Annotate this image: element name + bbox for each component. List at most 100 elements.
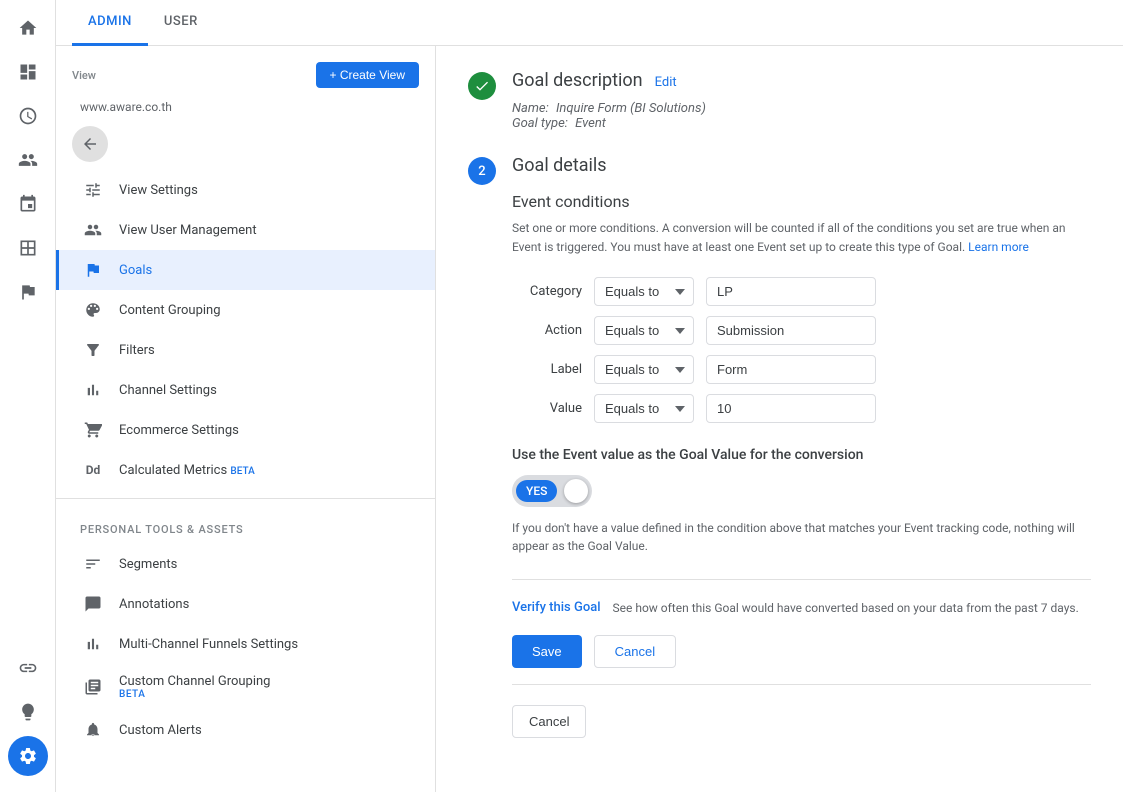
- flag-icon[interactable]: [8, 272, 48, 312]
- tab-user[interactable]: USER: [148, 0, 214, 46]
- action-value[interactable]: [706, 316, 876, 345]
- nav-channel-settings[interactable]: Channel Settings: [56, 370, 435, 410]
- nav-calculated-metrics[interactable]: Dd Calculated Metrics BETA: [56, 450, 435, 490]
- beta-badge-1: BETA: [230, 466, 254, 477]
- nav-custom-channel-label: Custom Channel Grouping BETA: [119, 674, 271, 700]
- value-operator[interactable]: Equals to: [594, 394, 694, 423]
- content-split: View + Create View www.aware.co.th View …: [56, 46, 1123, 792]
- top-tabs: ADMIN USER: [56, 0, 1123, 46]
- integration-icon[interactable]: [8, 184, 48, 224]
- edit-link[interactable]: Edit: [655, 75, 677, 90]
- nav-ecommerce[interactable]: Ecommerce Settings: [56, 410, 435, 450]
- icon-sidebar: [0, 0, 56, 792]
- category-operator[interactable]: Equals to: [594, 277, 694, 306]
- toggle-yes-label: YES: [516, 480, 557, 502]
- goal-value-toggle[interactable]: YES: [512, 475, 592, 507]
- custom-channel-icon: [83, 677, 103, 697]
- toggle-description: If you don't have a value defined in the…: [512, 519, 1091, 555]
- nav-multi-channel[interactable]: Multi-Channel Funnels Settings: [56, 624, 435, 664]
- goal-details-section: 2 Goal details Event conditions Set one …: [468, 155, 1091, 738]
- ecommerce-icon: [83, 420, 103, 440]
- nav-annotations-label: Annotations: [119, 597, 189, 612]
- gear-settings-icon[interactable]: [8, 736, 48, 776]
- verify-goal-link[interactable]: Verify this Goal: [512, 600, 601, 615]
- nav-goals[interactable]: Goals: [56, 250, 435, 290]
- condition-row-label: Label Equals to: [512, 355, 1091, 384]
- multi-channel-icon: [83, 634, 103, 654]
- action-operator[interactable]: Equals to: [594, 316, 694, 345]
- channel-settings-icon: [83, 380, 103, 400]
- action-label: Action: [512, 323, 582, 338]
- nav-view-settings[interactable]: View Settings: [56, 170, 435, 210]
- event-conditions-title: Event conditions: [512, 192, 1091, 211]
- nav-ecommerce-label: Ecommerce Settings: [119, 423, 239, 438]
- goal-type: Goal type: Event: [512, 116, 706, 131]
- category-value[interactable]: [706, 277, 876, 306]
- event-conditions-desc: Set one or more conditions. A conversion…: [512, 219, 1091, 257]
- segments-icon: [83, 554, 103, 574]
- value-label: Value: [512, 401, 582, 416]
- toggle-no-circle: [564, 479, 588, 503]
- nav-annotations[interactable]: Annotations: [56, 584, 435, 624]
- nav-view-settings-label: View Settings: [119, 183, 198, 198]
- annotations-icon: [83, 594, 103, 614]
- filters-icon: [83, 340, 103, 360]
- nav-custom-alerts[interactable]: Custom Alerts: [56, 710, 435, 750]
- goal-details-content: Goal details Event conditions Set one or…: [512, 155, 1091, 738]
- home-icon[interactable]: [8, 8, 48, 48]
- label-value[interactable]: [706, 355, 876, 384]
- settings-icon: [83, 180, 103, 200]
- bottom-cancel-button[interactable]: Cancel: [512, 705, 586, 738]
- nav-filters[interactable]: Filters: [56, 330, 435, 370]
- nav-channel-settings-label: Channel Settings: [119, 383, 217, 398]
- toggle-section: Use the Event value as the Goal Value fo…: [512, 447, 1091, 555]
- calc-metrics-icon: Dd: [83, 460, 103, 480]
- save-button[interactable]: Save: [512, 635, 582, 668]
- main-container: ADMIN USER View + Create View www.aware.…: [56, 0, 1123, 792]
- bottom-cancel-row: Cancel: [512, 684, 1091, 738]
- nav-content-grouping[interactable]: Content Grouping: [56, 290, 435, 330]
- view-label: View: [72, 69, 96, 82]
- conditions-table: Category Equals to Action Equals to: [512, 277, 1091, 423]
- bulb-icon[interactable]: [8, 692, 48, 732]
- cancel-button[interactable]: Cancel: [594, 635, 676, 668]
- nav-user-management[interactable]: View User Management: [56, 210, 435, 250]
- category-label: Category: [512, 284, 582, 299]
- tab-admin[interactable]: ADMIN: [72, 0, 148, 46]
- dashboard-icon[interactable]: [8, 52, 48, 92]
- step2-circle: 2: [468, 157, 496, 185]
- action-buttons: Save Cancel: [512, 635, 1091, 668]
- clock-icon[interactable]: [8, 96, 48, 136]
- verify-description: See how often this Goal would have conve…: [613, 601, 1079, 615]
- nav-user-management-label: View User Management: [119, 223, 257, 238]
- goals-icon: [83, 260, 103, 280]
- domain-label: www.aware.co.th: [56, 100, 435, 126]
- table-icon[interactable]: [8, 228, 48, 268]
- beta-badge-2: BETA: [119, 689, 271, 700]
- nav-calculated-metrics-label: Calculated Metrics BETA: [119, 463, 255, 478]
- label-label: Label: [512, 362, 582, 377]
- nav-segments[interactable]: Segments: [56, 544, 435, 584]
- nav-segments-label: Segments: [119, 557, 177, 572]
- toggle-title: Use the Event value as the Goal Value fo…: [512, 447, 1091, 463]
- left-panel: View + Create View www.aware.co.th View …: [56, 46, 436, 792]
- verify-section: Verify this Goal See how often this Goal…: [512, 579, 1091, 615]
- goal-description-section: Goal description Edit Name: Inquire Form…: [468, 70, 1091, 131]
- create-view-button[interactable]: + Create View: [316, 62, 420, 88]
- nav-custom-channel[interactable]: Custom Channel Grouping BETA: [56, 664, 435, 710]
- personal-section-label: PERSONAL TOOLS & ASSETS: [56, 507, 435, 544]
- people-icon[interactable]: [8, 140, 48, 180]
- panel-header: View + Create View: [56, 62, 435, 100]
- back-button[interactable]: [72, 126, 108, 162]
- content-grouping-icon: [83, 300, 103, 320]
- value-value[interactable]: [706, 394, 876, 423]
- custom-alerts-icon: [83, 720, 103, 740]
- goal-description-content: Goal description Edit Name: Inquire Form…: [512, 70, 706, 131]
- condition-row-action: Action Equals to: [512, 316, 1091, 345]
- label-operator[interactable]: Equals to: [594, 355, 694, 384]
- goal-name: Name: Inquire Form (BI Solutions): [512, 101, 706, 116]
- link-icon[interactable]: [8, 648, 48, 688]
- learn-more-link[interactable]: Learn more: [968, 240, 1029, 254]
- nav-multi-channel-label: Multi-Channel Funnels Settings: [119, 637, 298, 652]
- nav-goals-label: Goals: [119, 263, 152, 278]
